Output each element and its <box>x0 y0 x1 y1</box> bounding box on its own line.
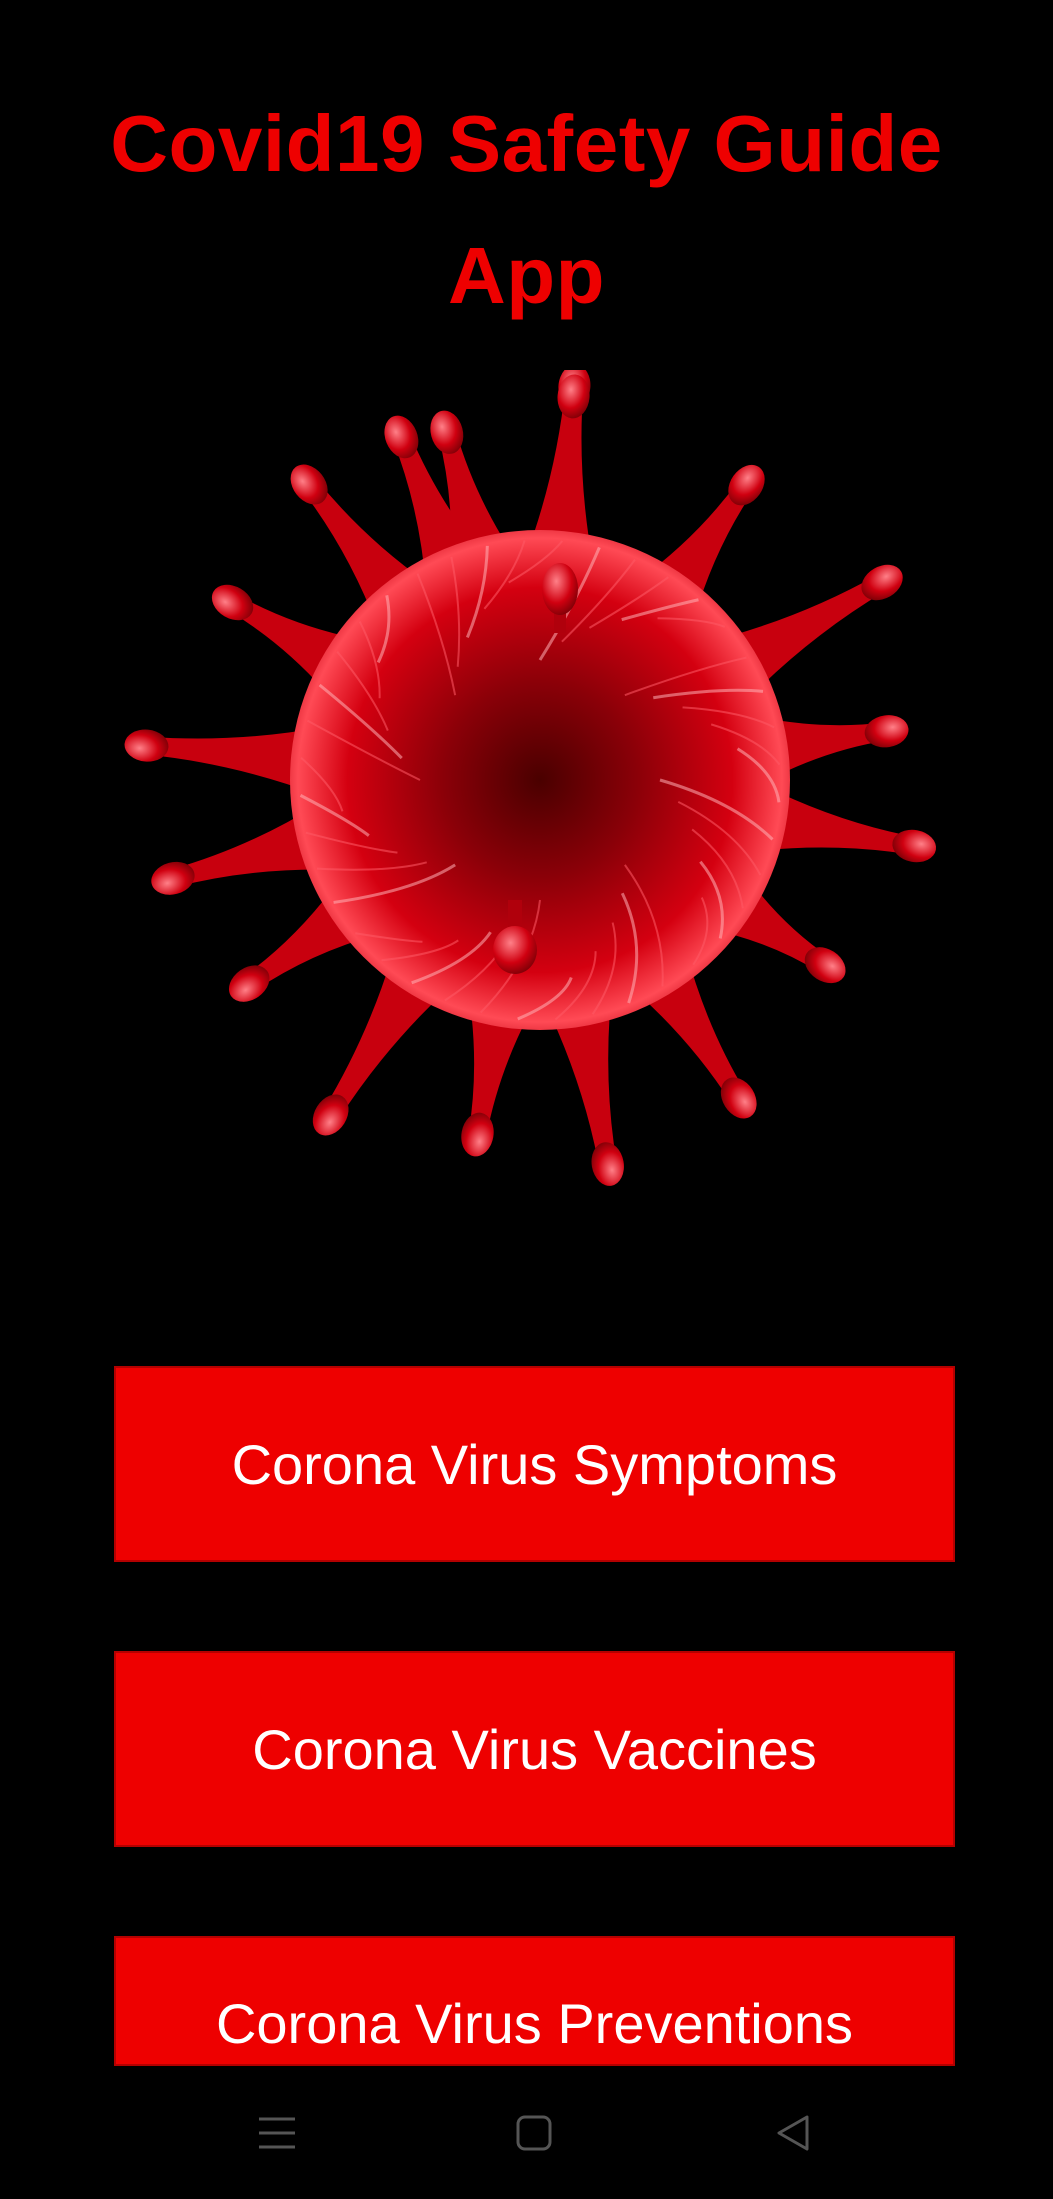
virus-spike-tip <box>864 715 909 748</box>
virus-image <box>120 370 960 1190</box>
virus-body <box>290 530 790 1030</box>
recent-apps-button[interactable] <box>217 2066 337 2199</box>
virus-icon <box>124 370 937 1186</box>
virus-spike-tip <box>591 1142 624 1186</box>
vaccines-button-label: Corona Virus Vaccines <box>252 1717 817 1781</box>
preventions-button-label: Corona Virus Preventions <box>215 1992 854 2055</box>
title-line-1: Covid19 Safety Guide <box>110 99 943 188</box>
virus-spike-tip <box>124 729 169 762</box>
back-button[interactable] <box>733 2066 853 2199</box>
system-navigation-bar <box>0 2066 1053 2199</box>
menu-icon <box>259 2117 295 2148</box>
home-button[interactable] <box>474 2066 594 2199</box>
home-icon <box>516 2115 552 2150</box>
virus-spike-tip <box>892 829 937 863</box>
preventions-button[interactable]: Corona Virus Preventions <box>114 1936 955 2066</box>
title-line-2: App <box>447 231 605 320</box>
virus-spike-tip <box>461 1112 494 1157</box>
vaccines-button[interactable]: Corona Virus Vaccines <box>114 1651 955 1847</box>
virus-spike-tip <box>151 861 195 895</box>
symptoms-button[interactable]: Corona Virus Symptoms <box>114 1366 955 1562</box>
page-title: Covid19 Safety Guide App <box>40 78 1013 342</box>
back-icon <box>777 2115 809 2150</box>
symptoms-button-label: Corona Virus Symptoms <box>231 1432 838 1496</box>
